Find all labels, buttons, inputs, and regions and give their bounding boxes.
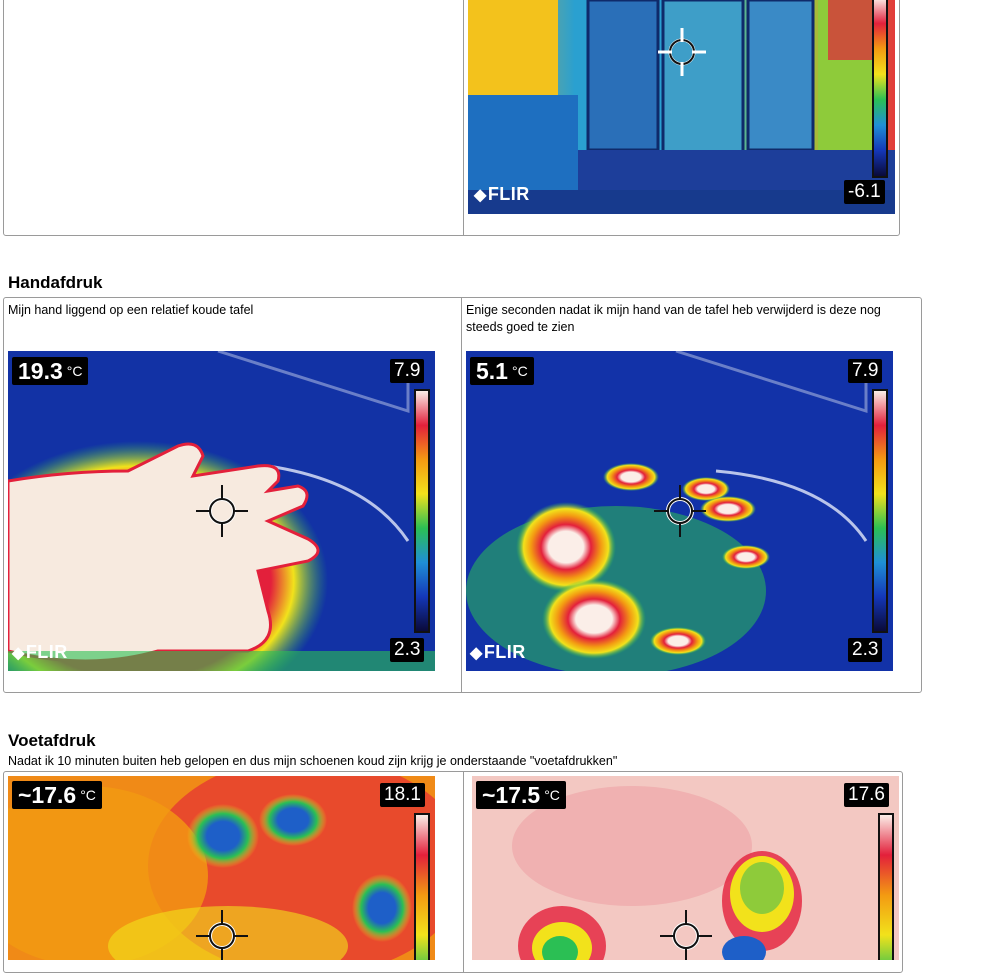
hand-left-flir-logo: ◆FLIR: [12, 642, 68, 662]
foot-right-color-scale-bar: [878, 813, 894, 960]
top-table-divider: [463, 0, 464, 235]
flir-logo: ◆FLIR: [474, 184, 530, 204]
hand-section-title: Handafdruk: [8, 273, 103, 292]
foot-left-thermal-image: ~17.6 °C 18.1: [8, 776, 435, 960]
hand-right-scale-max: 7.9: [848, 359, 883, 383]
hand-right-thermal-image: 5.1 °C 7.9 2.3 ◆FLIR: [466, 351, 893, 671]
foot-left-scale-max: 18.1: [380, 783, 425, 807]
door-thermal-image: -6.1 ◆FLIR: [468, 0, 895, 214]
hand-right-temp-readout: 5.1 °C: [470, 357, 534, 385]
hand-right-color-scale-bar: [872, 389, 888, 633]
foot-left-temp-readout: ~17.6 °C: [12, 781, 102, 809]
foot-right-temp-readout: ~17.5 °C: [476, 781, 566, 809]
foot-table-divider: [463, 772, 464, 972]
hand-table-divider: [461, 298, 462, 692]
hand-left-temp-readout: 19.3 °C: [12, 357, 89, 385]
hand-right-scale-min: 2.3: [848, 638, 883, 662]
hand-left-scale-min: 2.3: [390, 638, 425, 662]
foot-caption: Nadat ik 10 minuten buiten heb gelopen e…: [8, 754, 618, 768]
hand-left-color-scale-bar: [414, 389, 430, 633]
door-color-scale-bar: [872, 0, 888, 178]
hand-right-flir-logo: ◆FLIR: [470, 642, 526, 662]
hand-left-scale-max: 7.9: [390, 359, 425, 383]
flir-mark-icon: ◆: [474, 187, 487, 204]
foot-left-color-scale-bar: [414, 813, 430, 960]
hand-left-thermal-image: 19.3 °C 7.9 2.3 ◆FLIR: [8, 351, 435, 671]
foot-section-title: Voetafdruk: [8, 731, 96, 750]
hand-left-caption: Mijn hand liggend op een relatief koude …: [8, 303, 254, 317]
door-scale-min: -6.1: [844, 180, 885, 204]
flir-mark-icon: ◆: [470, 645, 483, 662]
hand-right-caption: Enige seconden nadat ik mijn hand van de…: [466, 303, 881, 334]
foot-right-scale-max: 17.6: [844, 783, 889, 807]
flir-mark-icon: ◆: [12, 645, 25, 662]
foot-right-thermal-image: ~17.5 °C 17.6: [472, 776, 899, 960]
